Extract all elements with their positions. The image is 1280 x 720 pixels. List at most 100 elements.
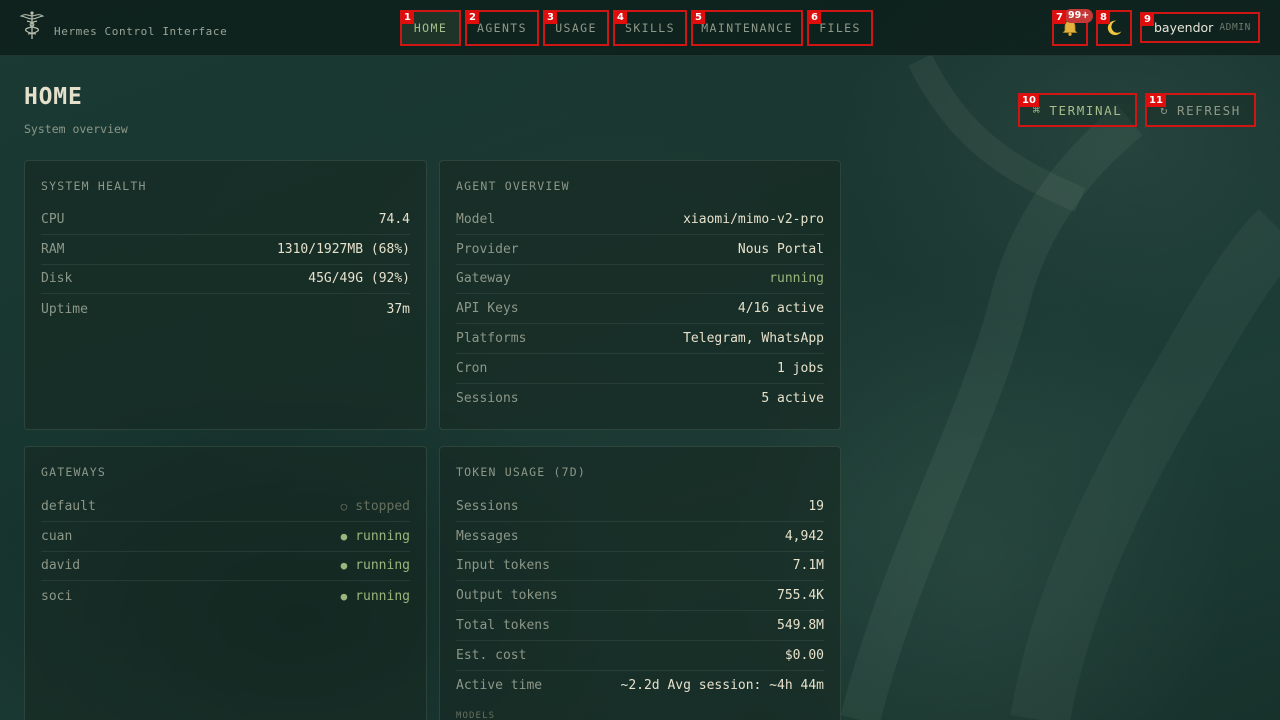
refresh-button[interactable]: 11 ↻ REFRESH (1145, 93, 1256, 127)
metric-label: Est. cost (456, 647, 527, 663)
list-item: Output tokens 755.4K (456, 581, 824, 612)
gateway-status-text: running (355, 528, 410, 544)
gateways-list: default ○ stopped cuan ● running david ● ru… (41, 492, 410, 611)
metric-label: Sessions (456, 498, 519, 514)
gateway-status: ○ stopped (341, 499, 410, 514)
gateway-status-text: stopped (355, 498, 410, 514)
list-item: cuan ● running (41, 522, 410, 552)
list-item: Active time ~2.2d Avg session: ~4h 44m (456, 671, 824, 701)
list-item: RAM 1310/1927MB (68%) (41, 235, 410, 265)
status-dot-icon: ● (340, 559, 348, 573)
caduceus-logo-icon (19, 11, 45, 39)
gateway-name: david (41, 558, 81, 574)
card-title: TOKEN USAGE (7D) (456, 465, 586, 479)
gateway-status: ● running (341, 589, 410, 604)
metric-label: Active time (456, 678, 543, 694)
metric-label: Messages (456, 528, 519, 544)
tab-home-label: HOME (413, 21, 448, 35)
metric-value: 1310/1927MB (68%) (276, 241, 410, 257)
card-title: GATEWAYS (41, 465, 106, 479)
brand-name: Hermes Control Interface (54, 25, 228, 38)
metric-value: 4,942 (784, 528, 824, 544)
metric-label: API Keys (456, 301, 519, 317)
metric-label: Uptime (41, 301, 88, 317)
metric-value: xiaomi/mimo-v2-pro (683, 211, 824, 227)
tab-maintenance-label: MAINTENANCE (701, 21, 793, 35)
list-item: Platforms Telegram, WhatsApp (456, 324, 824, 354)
metric-value: 1 jobs (777, 360, 824, 376)
metric-label: Model (456, 211, 496, 227)
metric-label: CPU (41, 211, 65, 227)
metric-value: 549.8M (777, 618, 824, 634)
page-title: HOME (24, 84, 83, 110)
system-health-card: SYSTEM HEALTH CPU 74.4 RAM 1310/1927MB (… (24, 160, 427, 430)
tab-agents-label: AGENTS (477, 21, 527, 35)
list-item: Sessions 5 active (456, 384, 824, 414)
metric-label: Input tokens (456, 558, 550, 574)
gateway-name: cuan (41, 528, 73, 544)
agent-overview-list: Model xiaomi/mimo-v2-pro Provider Nous P… (456, 205, 824, 414)
list-item: default ○ stopped (41, 492, 410, 522)
tab-agents[interactable]: 2 AGENTS (465, 10, 539, 46)
list-item: soci ● running (41, 581, 410, 611)
user-menu-button[interactable]: 9 bayendor ADMIN (1140, 12, 1260, 43)
refresh-button-label: REFRESH (1176, 102, 1241, 118)
status-dot-icon: ○ (340, 499, 348, 513)
metric-value: 4/16 active (737, 301, 824, 317)
metric-label: RAM (41, 241, 65, 257)
status-dot-icon: ● (340, 529, 348, 543)
theme-toggle-button[interactable]: 8 (1096, 10, 1132, 46)
list-item: Input tokens 7.1M (456, 552, 824, 582)
list-item: Total tokens 549.8M (456, 611, 824, 641)
metric-value: 7.1M (792, 558, 824, 574)
notifications-button[interactable]: 7 99+ (1052, 9, 1094, 46)
status-dot-icon: ● (340, 589, 348, 603)
tab-home[interactable]: 1 HOME (400, 10, 461, 46)
models-section-label: MODELS (456, 711, 496, 720)
list-item: Disk 45G/49G (92%) (41, 265, 410, 295)
annotation-number: 7 (1053, 11, 1066, 24)
metric-value: 37m (386, 301, 410, 317)
terminal-button[interactable]: 10 ⌘ TERMINAL (1018, 93, 1137, 127)
metric-label: Sessions (456, 391, 519, 407)
metric-value: 5 active (761, 391, 824, 407)
list-item: Gateway running (456, 265, 824, 295)
annotation-number: 1 (401, 11, 414, 24)
annotation-number: 9 (1141, 13, 1154, 26)
tab-maintenance[interactable]: 5 MAINTENANCE (691, 10, 803, 46)
tab-skills[interactable]: 4 SKILLS (613, 10, 687, 46)
metric-label: Gateway (456, 271, 511, 287)
user-role-badge: ADMIN (1219, 22, 1251, 33)
page-subtitle: System overview (24, 122, 128, 136)
annotation-number: 3 (544, 11, 557, 24)
list-item: Uptime 37m (41, 294, 410, 324)
gateway-status-text: running (355, 588, 410, 604)
metric-value: 74.4 (378, 211, 410, 227)
token-usage-card: TOKEN USAGE (7D) Sessions 19 Messages 4,… (439, 446, 841, 720)
tab-files-label: FILES (819, 21, 861, 35)
metric-label: Cron (456, 360, 488, 376)
tab-skills-label: SKILLS (625, 21, 675, 35)
list-item: Est. cost $0.00 (456, 641, 824, 671)
metric-value: ~2.2d Avg session: ~4h 44m (620, 678, 825, 694)
annotation-number: 8 (1097, 11, 1110, 24)
terminal-button-label: TERMINAL (1049, 102, 1123, 118)
metric-label: Platforms (456, 331, 527, 347)
gateway-status: running (769, 271, 824, 287)
metric-value: Telegram, WhatsApp (683, 331, 824, 347)
annotation-number: 10 (1019, 94, 1039, 107)
list-item: API Keys 4/16 active (456, 294, 824, 325)
annotation-number: 6 (808, 11, 821, 24)
annotation-number: 2 (466, 11, 479, 24)
gateway-status: ● running (341, 558, 410, 573)
metric-value: 755.4K (777, 588, 824, 604)
list-item: CPU 74.4 (41, 205, 410, 235)
list-item: Messages 4,942 (456, 522, 824, 552)
tab-usage[interactable]: 3 USAGE (543, 10, 609, 46)
token-usage-list: Sessions 19 Messages 4,942 Input tokens … (456, 492, 824, 701)
brand: Hermes Control Interface (18, 10, 227, 40)
metric-value: 45G/49G (92%) (308, 271, 410, 287)
tab-files[interactable]: 6 FILES (807, 10, 873, 46)
gateway-name: default (41, 498, 96, 514)
system-health-list: CPU 74.4 RAM 1310/1927MB (68%) Disk 45G/… (41, 205, 410, 324)
